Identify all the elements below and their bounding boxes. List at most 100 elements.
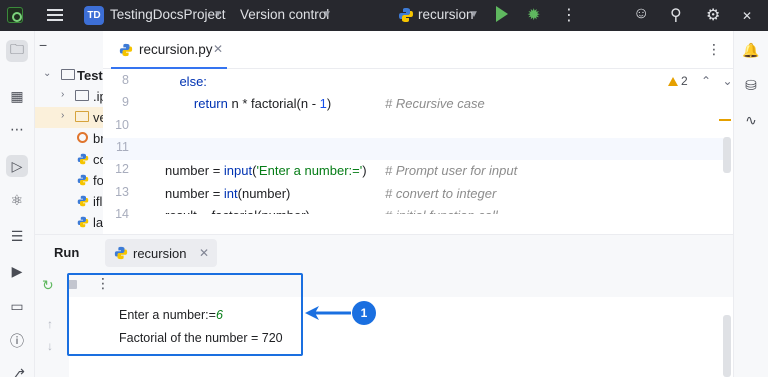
close-icon[interactable]: ✕: [213, 42, 223, 56]
callout-badge: 1: [352, 301, 376, 325]
line-number-gutter: 8 9 10 11 12 13 14: [103, 69, 165, 221]
left-tool-stripe: 🗀 ▦ ⋯ ▷ ⚛ ☰ ▶ ▭ ⓘ ⎇: [0, 31, 35, 377]
chevron-down-icon[interactable]: ▼: [213, 9, 223, 20]
more-actions-icon[interactable]: ⋮: [707, 41, 721, 58]
line-number: 11: [116, 140, 129, 154]
callout-arrow-icon: [305, 306, 351, 320]
vcs-widget[interactable]: Version control: [240, 7, 329, 22]
code-editor[interactable]: else: return n * factorial(n - 1) # Recur…: [165, 69, 723, 214]
database-icon[interactable]: ⛁: [742, 76, 760, 94]
python-file-icon: [77, 153, 89, 165]
tab-label: recursion.py: [139, 42, 213, 57]
project-name[interactable]: TestingDocsProject: [110, 7, 226, 22]
python-icon: [399, 8, 413, 22]
file-icon: [77, 132, 88, 143]
project-panel: − ⌄ Test › .ip › ve br co fo ifl la: [35, 31, 103, 234]
git-icon[interactable]: ⎇: [6, 363, 28, 377]
tree-item-py[interactable]: ifl: [35, 191, 103, 212]
collapse-icon[interactable]: −: [39, 37, 47, 53]
line-number: 8: [122, 73, 129, 87]
python-file-icon: [77, 216, 89, 228]
chevron-down-icon[interactable]: ▼: [322, 9, 332, 20]
python-icon: [114, 246, 128, 260]
project-avatar[interactable]: TD: [84, 6, 104, 25]
project-root[interactable]: ⌄ Test: [35, 65, 103, 86]
problems-icon[interactable]: ⓘ: [6, 330, 28, 352]
run-configuration[interactable]: recursion: [418, 7, 474, 22]
pycharm-logo-icon: [7, 7, 23, 23]
sciview-icon[interactable]: ∿: [742, 111, 760, 129]
structure-icon[interactable]: ▦: [6, 85, 28, 107]
console-scrollbar[interactable]: [723, 315, 731, 377]
code-line[interactable]: result = factorial(number) # initial func…: [165, 205, 723, 214]
code-token: number =: [165, 163, 224, 178]
inspection-widget[interactable]: 2 ⌃ ⌄: [668, 74, 733, 88]
tree-item-py[interactable]: la: [35, 212, 103, 233]
code-line[interactable]: number = input('Enter a number:=') # Prom…: [165, 160, 723, 182]
error-stripe-marker[interactable]: [719, 119, 731, 121]
chevron-right-icon[interactable]: ›: [61, 89, 64, 100]
ai-assistant-icon[interactable]: ✕: [742, 9, 752, 23]
tree-item-venv[interactable]: › ve: [35, 107, 103, 128]
line-number: 14: [115, 207, 129, 221]
tab-recursion-py[interactable]: recursion.py ✕: [111, 31, 227, 69]
code-comment: # Prompt user for input: [385, 163, 518, 178]
code-line[interactable]: number = int(number) # convert to integer: [165, 183, 723, 205]
run-tool-icon[interactable]: ▷: [6, 155, 28, 177]
right-tool-stripe: 🔔 ⛁ ∿: [733, 31, 768, 377]
more-tools-icon[interactable]: ⋯: [6, 118, 28, 140]
search-icon[interactable]: ⚲: [670, 5, 682, 25]
editor-scrollbar[interactable]: [723, 137, 731, 173]
line-number: 9: [122, 95, 129, 109]
project-panel-header: −: [35, 31, 103, 67]
project-folder-icon[interactable]: 🗀: [6, 40, 28, 62]
editor-tab-bar: recursion.py ✕ ⋮: [103, 31, 733, 69]
tree-item-py[interactable]: co: [35, 149, 103, 170]
python-console-icon[interactable]: ⚛: [6, 189, 28, 211]
warning-icon: [668, 77, 678, 86]
chevron-down-icon[interactable]: ⌄: [43, 68, 51, 79]
code-line[interactable]: return n * factorial(n - 1) # Recursive c…: [165, 93, 723, 115]
line-number: 12: [115, 162, 129, 176]
settings-gear-icon[interactable]: ⚙: [706, 5, 720, 25]
notifications-bell-icon[interactable]: 🔔: [742, 41, 760, 59]
python-file-icon: [77, 195, 89, 207]
scroll-down-arrow-icon[interactable]: ↓: [47, 339, 53, 353]
code-line[interactable]: [165, 116, 723, 138]
chevron-up-icon[interactable]: ⌃: [701, 74, 711, 88]
rerun-icon[interactable]: ↻: [42, 277, 54, 294]
scroll-up-arrow-icon[interactable]: ↑: [47, 317, 53, 331]
terminal-icon[interactable]: ▭: [6, 295, 28, 317]
code-token: result = factorial(number): [165, 208, 310, 214]
title-bar: TD TestingDocsProject ▼ Version control …: [0, 0, 768, 31]
debug-icon[interactable]: ✹: [527, 5, 540, 25]
folder-icon: [75, 90, 89, 101]
code-token: (number): [237, 186, 291, 201]
chevron-down-icon[interactable]: ⌄: [722, 74, 732, 88]
tree-item-py[interactable]: fo: [35, 170, 103, 191]
run-panel-title: Run: [54, 245, 80, 260]
code-line[interactable]: else:: [165, 71, 723, 93]
code-token: input: [223, 163, 253, 178]
code-comment: # initial function call: [385, 205, 498, 214]
code-token: ): [326, 96, 332, 111]
code-token: n * factorial(n -: [227, 96, 320, 111]
folder-icon: [75, 111, 89, 122]
close-icon[interactable]: ✕: [199, 246, 209, 260]
line-number: 13: [115, 185, 129, 199]
tree-item-ip[interactable]: › .ip: [35, 86, 103, 107]
run-tab-recursion[interactable]: recursion ✕: [105, 239, 217, 267]
code-comment: # Recursive case: [385, 96, 485, 111]
code-token: else:: [179, 74, 207, 89]
add-user-icon[interactable]: ☺: [633, 5, 649, 23]
python-file-icon: [77, 174, 89, 186]
layers-icon[interactable]: ☰: [6, 225, 28, 247]
services-icon[interactable]: ▶: [6, 260, 28, 282]
chevron-down-icon[interactable]: ▼: [469, 9, 479, 20]
tree-item-file[interactable]: br: [35, 128, 103, 149]
run-icon[interactable]: [496, 6, 508, 22]
main-menu-icon[interactable]: [47, 8, 63, 22]
chevron-right-icon[interactable]: ›: [61, 110, 64, 121]
more-actions-icon[interactable]: ⋮: [561, 5, 577, 25]
code-line[interactable]: [165, 138, 723, 160]
